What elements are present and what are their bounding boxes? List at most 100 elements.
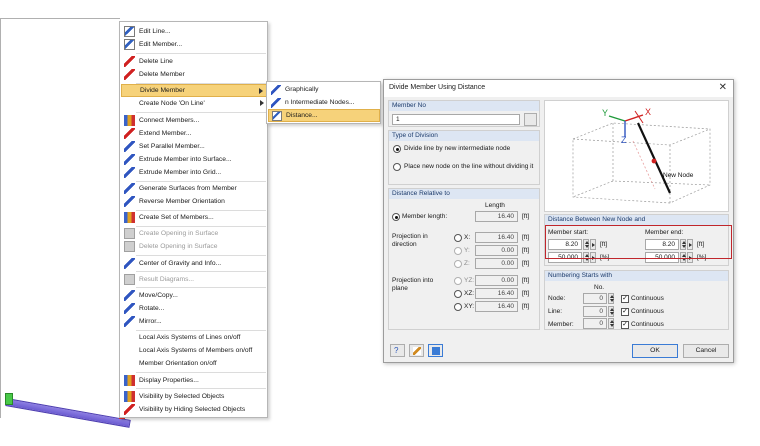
extend-member-icon [124,128,135,139]
x-value: 16.40 [475,232,518,243]
menu-item-extrude-surface[interactable]: Extrude Member into Surface... [121,153,267,166]
yz-radio[interactable] [454,277,462,285]
cancel-button[interactable]: Cancel [683,344,729,358]
menu-item-divide-member[interactable]: Divide Member [121,84,267,97]
menu-item-create-opening[interactable]: Create Opening in Surface [121,227,267,240]
menu-item-display-properties[interactable]: Display Properties... [121,374,267,387]
menu-item-local-axis-lines[interactable]: Local Axis Systems of Lines on/off [121,331,267,344]
menu-separator [136,372,266,373]
menu-item-connect-members[interactable]: Connect Members... [121,114,267,127]
x-axis-arrow [624,114,644,122]
result-diagrams-icon [124,274,135,285]
line-start-input[interactable]: 0 [583,306,607,317]
menu-separator [136,112,266,113]
help-button[interactable]: ? [390,344,405,357]
y-radio[interactable] [454,247,462,255]
menu-separator [136,53,266,54]
xy-label: XY: [464,303,475,310]
menu-item-delete-line[interactable]: Delete Line [121,55,267,68]
divide-member-dialog: Divide Member Using Distance ✕ Member No… [383,79,734,363]
units-icon [432,347,440,355]
member-beam[interactable] [5,398,131,428]
menu-item-local-axis-members[interactable]: Local Axis Systems of Members on/off [121,344,267,357]
member-no-input[interactable]: 1 [392,114,520,125]
menu-item-delete-opening[interactable]: Delete Opening in Surface [121,240,267,253]
generate-surfaces-icon [124,183,135,194]
close-icon[interactable]: ✕ [719,82,727,93]
menu-item-rotate[interactable]: Rotate... [121,302,267,315]
yz-label: YZ: [464,277,475,284]
menu-item-member-orientation[interactable]: Member Orientation on/off [121,357,267,370]
dialog-body: Member No 1 Type of Division Divide line… [384,97,733,362]
edit-button[interactable] [409,344,424,357]
member-start-number-spinner[interactable] [608,318,614,329]
xy-radio[interactable] [454,303,462,311]
menu-item-visibility-hiding[interactable]: Visibility by Hiding Selected Objects [121,403,267,416]
menu-separator [136,287,266,288]
menu-item-edit-member[interactable]: Edit Member... [121,38,267,51]
extrude-grid-icon [124,167,135,178]
node-continuous-checkbox[interactable]: ✓ [621,295,629,303]
menu-item-set-parallel-member[interactable]: Set Parallel Member... [121,140,267,153]
z-radio[interactable] [454,260,462,268]
menu-item-result-diagrams[interactable]: Result Diagrams... [121,273,267,286]
center-gravity-icon [124,258,135,269]
submenu-item-distance[interactable]: Distance... [268,109,380,122]
create-node-icon [124,98,135,109]
submenu-item-graphically[interactable]: Graphically [268,83,380,96]
z-value: 0.00 [475,258,518,269]
projection-direction-label: Projection in direction [392,233,428,248]
distance-icon [272,110,282,121]
edit-member-icon [124,39,135,50]
divide-line-label: Divide line by new intermediate node [404,145,511,152]
member-start-node[interactable] [5,393,13,405]
menu-item-generate-surfaces[interactable]: Generate Surfaces from Member [121,182,267,195]
visibility-hiding-icon [124,404,135,415]
menu-item-create-set-of-members[interactable]: Create Set of Members... [121,211,267,224]
member-continuous-checkbox[interactable]: ✓ [621,321,629,329]
xz-radio[interactable] [454,290,462,298]
line-continuous-checkbox[interactable]: ✓ [621,308,629,316]
menu-item-delete-member[interactable]: Delete Member [121,68,267,81]
menu-item-extend-member[interactable]: Extend Member... [121,127,267,140]
select-member-button[interactable] [524,113,537,126]
dialog-titlebar: Divide Member Using Distance ✕ [384,80,733,97]
member-continuous-label: Continuous [631,321,664,328]
member-start-input[interactable]: 0 [583,318,607,329]
menu-item-mirror[interactable]: Mirror... [121,315,267,328]
divide-member-icon [125,85,136,96]
submenu-item-intermediate-nodes[interactable]: n Intermediate Nodes... [268,96,380,109]
node-start-spinner[interactable] [608,293,614,304]
node-label: Node: [548,295,566,302]
menu-item-center-of-gravity[interactable]: Center of Gravity and Info... [121,257,267,270]
extrude-surface-icon [124,154,135,165]
x-radio[interactable] [454,234,462,242]
divide-member-submenu: Graphically n Intermediate Nodes... Dist… [266,81,381,124]
menu-item-extrude-grid[interactable]: Extrude Member into Grid... [121,166,267,179]
y-axis-label: Y [602,108,608,118]
unit-label: [ft] [522,277,530,284]
menu-item-move-copy[interactable]: Move/Copy... [121,289,267,302]
member-length-radio[interactable] [392,213,400,221]
parallel-member-icon [124,141,135,152]
y-value: 0.00 [475,245,518,256]
z-axis-label: Z [621,135,627,145]
ok-button[interactable]: OK [632,344,678,358]
submenu-arrow-icon [260,100,264,106]
xz-value: 16.40 [475,288,518,299]
menu-item-visibility-selected[interactable]: Visibility by Selected Objects [121,390,267,403]
delete-member-icon [124,69,135,80]
divide-line-radio[interactable] [393,145,401,153]
member-no-header: Member No [389,101,539,111]
units-button[interactable] [428,344,443,357]
y-axis-arrow [608,115,626,122]
member-length-label: Member length: [402,213,448,220]
menu-item-reverse-orientation[interactable]: Reverse Member Orientation [121,195,267,208]
projection-plane-label: Projection into plane [392,277,434,292]
line-start-spinner[interactable] [608,306,614,317]
node-start-input[interactable]: 0 [583,293,607,304]
menu-item-create-node-on-line[interactable]: Create Node 'On Line' [121,97,267,110]
context-menu: Edit Line... Edit Member... Delete Line … [119,21,268,418]
menu-item-edit-line[interactable]: Edit Line... [121,25,267,38]
place-node-radio[interactable] [393,163,401,171]
